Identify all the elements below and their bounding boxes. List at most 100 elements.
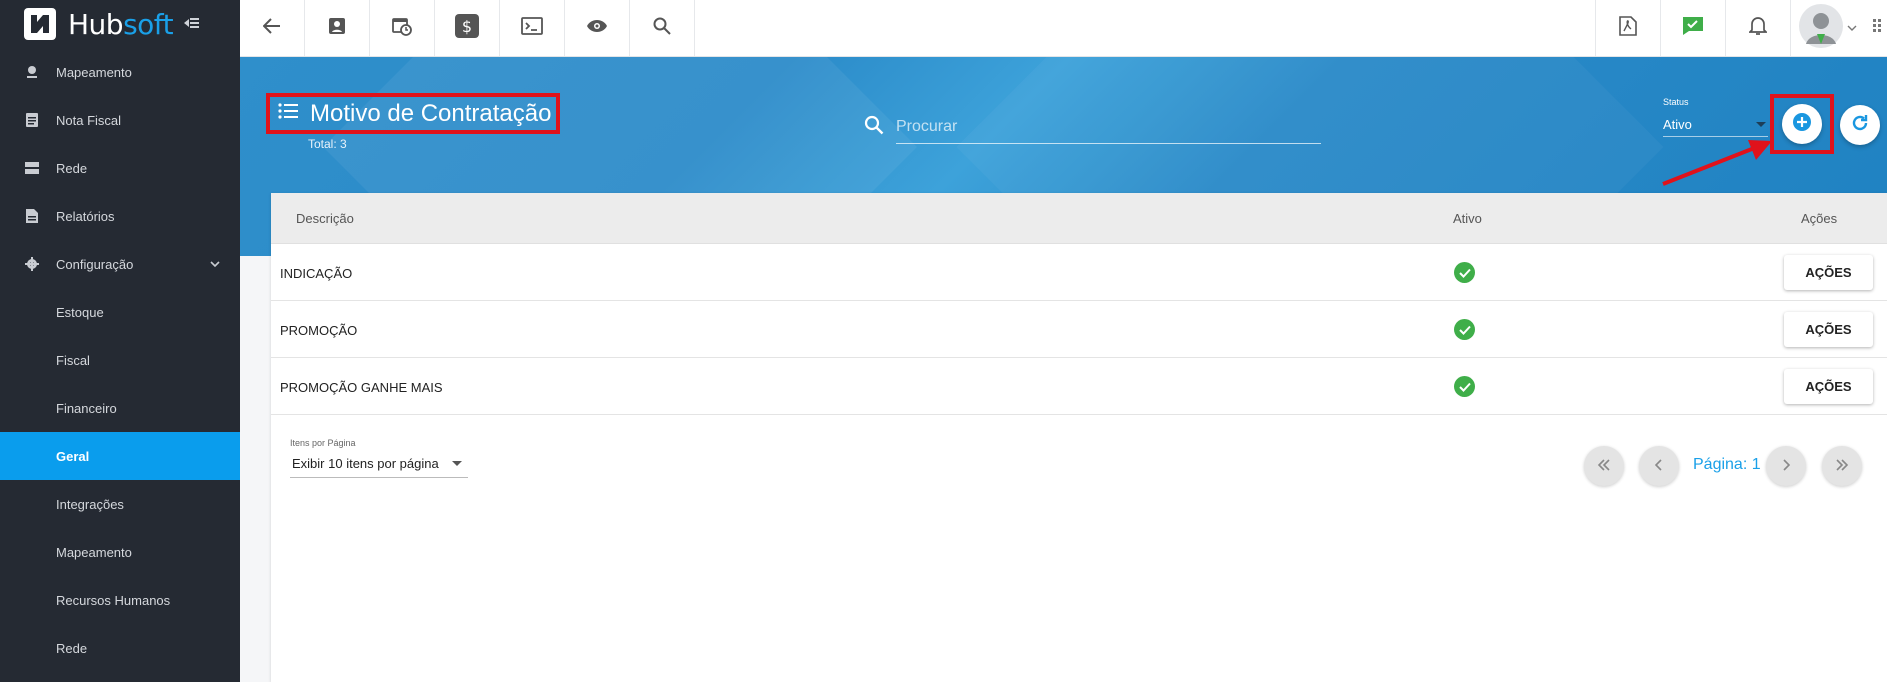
caret-down-icon (1756, 122, 1766, 127)
column-header-ativo[interactable]: Ativo (1453, 211, 1482, 226)
notifications-button[interactable] (1725, 0, 1790, 56)
logo[interactable]: Hubsoft (0, 0, 240, 48)
previous-page-button[interactable] (1639, 446, 1679, 486)
server-icon (24, 160, 40, 176)
sidebar-item-label: Estoque (56, 304, 104, 320)
actions-button[interactable]: AÇÕES (1784, 312, 1873, 347)
double-chevron-right-icon (1835, 458, 1849, 474)
table-row: PROMOÇÃO GANHE MAIS AÇÕES (271, 358, 1887, 415)
report-icon (24, 208, 40, 224)
actions-button[interactable]: AÇÕES (1784, 369, 1873, 404)
chat-check-icon (1682, 16, 1704, 41)
plus-circle-icon (1792, 112, 1812, 137)
sidebar-item-label: Relatórios (56, 208, 115, 224)
sidebar-subitem-financeiro[interactable]: Financeiro (0, 384, 240, 432)
chevron-right-icon (1782, 458, 1791, 474)
row-descricao: PROMOÇÃO GANHE MAIS (280, 380, 443, 395)
view-button[interactable] (565, 0, 630, 56)
sidebar-item-label: Fiscal (56, 352, 90, 368)
svg-text:$: $ (462, 17, 472, 36)
dollar-icon: $ (455, 13, 479, 43)
terminal-icon (521, 16, 543, 40)
content-card: Descrição Ativo Ações INDICAÇÃO AÇÕES PR… (271, 193, 1887, 682)
contact-card-icon (328, 17, 346, 40)
column-header-descricao[interactable]: Descrição (296, 211, 354, 226)
calendar-clock-icon (392, 16, 412, 41)
column-header-acoes: Ações (1801, 211, 1838, 226)
terminal-button[interactable] (500, 0, 565, 56)
row-descricao: INDICAÇÃO (280, 266, 353, 281)
add-button[interactable] (1782, 104, 1822, 144)
table-header: Descrição Ativo Ações (271, 193, 1887, 244)
sidebar-item-mapeamento[interactable]: Mapeamento (0, 48, 240, 96)
sidebar-subitem-integracoes[interactable]: Integrações (0, 480, 240, 528)
messages-button[interactable] (1660, 0, 1725, 56)
user-menu[interactable] (1790, 0, 1887, 56)
sidebar-item-label: Geral (56, 448, 90, 464)
map-pin-icon (24, 64, 40, 80)
collapse-menu-icon[interactable] (183, 14, 200, 35)
eye-icon (586, 19, 608, 38)
sidebar-subitem-mapeamento[interactable]: Mapeamento (0, 528, 240, 576)
sidebar-subitem-geral[interactable]: Geral (0, 432, 240, 480)
sidebar-subitem-recursos-humanos[interactable]: Recursos Humanos (0, 576, 240, 624)
sidebar-item-label: Recursos Humanos (56, 592, 171, 608)
sidebar-item-nota-fiscal[interactable]: Nota Fiscal (0, 96, 240, 144)
double-chevron-left-icon (1597, 458, 1611, 474)
items-per-page-value: Exibir 10 itens por página (292, 456, 439, 471)
apps-grid-icon[interactable] (1873, 18, 1881, 38)
bell-icon (1747, 16, 1769, 41)
contacts-button[interactable] (305, 0, 370, 56)
sidebar-subitem-estoque[interactable]: Estoque (0, 288, 240, 336)
hubsoft-logo-icon (24, 8, 56, 40)
gear-icon (24, 256, 40, 272)
actions-button[interactable]: AÇÕES (1784, 255, 1873, 290)
sidebar-item-label: Rede (56, 640, 88, 656)
sidebar-item-label: Mapeamento (56, 64, 132, 80)
top-toolbar: $ (240, 0, 1887, 57)
sidebar-item-label: Financeiro (56, 400, 117, 416)
annotation-arrow-icon (1662, 140, 1772, 186)
table-row: INDICAÇÃO AÇÕES (271, 244, 1887, 301)
sidebar-subitem-fiscal[interactable]: Fiscal (0, 336, 240, 384)
sidebar: Hubsoft Mapeamento Nota Fiscal Rede Rela… (0, 0, 240, 682)
sidebar-item-configuracao[interactable]: Configuração (0, 240, 240, 288)
avatar-icon (1799, 3, 1843, 53)
sidebar-item-label: Integrações (56, 496, 124, 512)
schedule-button[interactable] (370, 0, 435, 56)
sidebar-item-rede[interactable]: Rede (0, 144, 240, 192)
pdf-button[interactable] (1595, 0, 1660, 56)
sidebar-item-label: Configuração (56, 256, 134, 272)
sidebar-item-label: Nota Fiscal (56, 112, 122, 128)
check-circle-icon (1454, 376, 1475, 397)
first-page-button[interactable] (1584, 446, 1624, 486)
chevron-left-icon (1654, 458, 1663, 474)
total-count: Total: 3 (308, 137, 347, 151)
caret-down-icon (452, 461, 462, 466)
search-icon (653, 17, 671, 40)
refresh-button[interactable] (1840, 105, 1880, 145)
sidebar-item-relatorios[interactable]: Relatórios (0, 192, 240, 240)
items-per-page-select[interactable]: Exibir 10 itens por página (290, 450, 468, 478)
status-label: Status (1663, 97, 1689, 107)
last-page-button[interactable] (1822, 446, 1862, 486)
page-indicator: Página: 1 (1693, 456, 1761, 473)
chevron-down-icon (1847, 19, 1857, 37)
app-name: Hubsoft (68, 7, 174, 41)
search-input[interactable] (896, 110, 1321, 144)
table-row: PROMOÇÃO AÇÕES (271, 301, 1887, 358)
back-arrow-icon (262, 17, 281, 39)
page-title: Motivo de Contratação (310, 99, 552, 127)
items-per-page-label: Itens por Página (290, 438, 356, 448)
next-page-button[interactable] (1766, 446, 1806, 486)
list-icon (278, 103, 298, 124)
pdf-icon (1619, 15, 1637, 41)
sidebar-subitem-rede[interactable]: Rede (0, 624, 240, 672)
check-circle-icon (1454, 319, 1475, 340)
back-button[interactable] (240, 0, 305, 56)
search-icon (864, 115, 884, 140)
search-button[interactable] (630, 0, 695, 56)
page-title-highlight: Motivo de Contratação (266, 93, 560, 134)
sidebar-item-label: Mapeamento (56, 544, 132, 560)
finance-button[interactable]: $ (435, 0, 500, 56)
